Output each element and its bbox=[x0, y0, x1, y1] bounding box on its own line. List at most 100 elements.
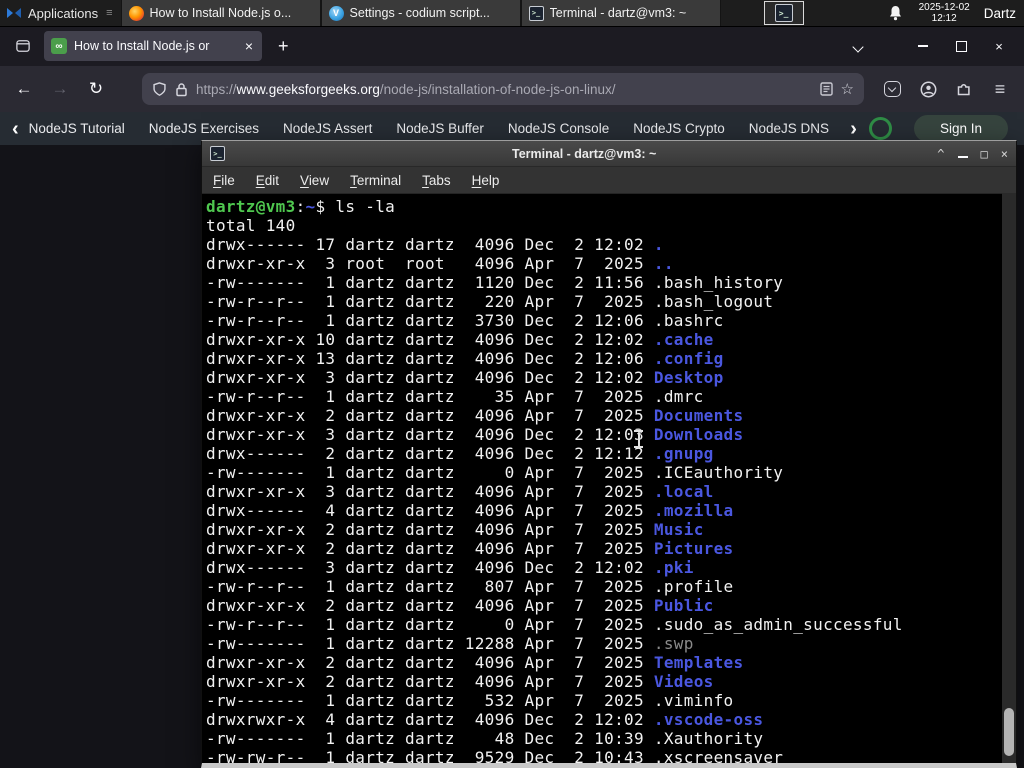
terminal-title: Terminal - dartz@vm3: ~ bbox=[512, 146, 657, 161]
browser-tab-bar: ∞ How to Install Node.js or × + × bbox=[0, 26, 1024, 66]
url-path: /node-js/installation-of-node-js-on-linu… bbox=[379, 81, 616, 97]
chevron-down-icon bbox=[852, 40, 864, 53]
tray-terminal-icon[interactable]: >_ bbox=[763, 1, 804, 25]
nav-link[interactable]: NodeJS Tutorial bbox=[29, 121, 125, 136]
terminal-line: -rw-r--r-- 1 dartz dartz 220 Apr 7 2025 … bbox=[206, 292, 774, 311]
nav-link[interactable]: NodeJS Assert bbox=[283, 121, 372, 136]
terminal-shade-button[interactable]: ^ bbox=[937, 147, 944, 161]
tracking-protection-shield-icon[interactable] bbox=[152, 81, 167, 97]
terminal-line: -rw-rw-r-- 1 dartz dartz 9529 Dec 2 10:4… bbox=[206, 748, 784, 763]
site-nav: NodeJS Tutorial NodeJS Exercises NodeJS As… bbox=[29, 121, 849, 136]
window-maximize-button[interactable] bbox=[946, 33, 976, 59]
maximize-icon bbox=[955, 40, 967, 52]
reader-view-icon[interactable] bbox=[819, 82, 833, 96]
terminal-icon: >_ bbox=[774, 4, 793, 22]
extensions-icon[interactable] bbox=[948, 74, 980, 104]
firefox-view-icon bbox=[16, 40, 30, 52]
terminal-window-controls: ^ □ × bbox=[937, 147, 1008, 161]
taskbar-window-terminal[interactable]: >_ Terminal - dartz@vm3: ~ bbox=[520, 0, 721, 26]
menu-terminal[interactable]: Terminal bbox=[350, 173, 401, 188]
terminal-line: -rw------- 1 dartz dartz 1120 Dec 2 11:5… bbox=[206, 273, 784, 292]
taskbar-window-label: Settings - codium script... bbox=[349, 6, 490, 20]
back-button[interactable]: ← bbox=[8, 74, 40, 104]
terminal-line: drwxr-xr-x 2 dartz dartz 4096 Apr 7 2025… bbox=[206, 596, 714, 615]
tab-overflow-button[interactable] bbox=[848, 38, 868, 55]
nav-scroll-left-icon[interactable]: ‹ bbox=[12, 119, 19, 139]
terminal-maximize-button[interactable]: □ bbox=[981, 147, 988, 161]
terminal-line: drwxr-xr-x 3 dartz dartz 4096 Dec 2 12:0… bbox=[206, 425, 744, 444]
browser-toolbar: ← → ↻ https://www.geeksforgeeks.org/node… bbox=[0, 66, 1024, 112]
pocket-icon[interactable] bbox=[876, 74, 908, 104]
scrollbar-thumb[interactable] bbox=[1004, 708, 1014, 756]
taskbar-window-label: Terminal - dartz@vm3: ~ bbox=[549, 6, 687, 20]
firefox-view-button[interactable] bbox=[10, 33, 36, 59]
terminal-line: drwxr-xr-x 2 dartz dartz 4096 Apr 7 2025… bbox=[206, 520, 704, 539]
nav-link[interactable]: NodeJS Buffer bbox=[396, 121, 484, 136]
tab-close-icon[interactable]: × bbox=[243, 38, 255, 54]
terminal-line: -rw-r--r-- 1 dartz dartz 35 Apr 7 2025 .… bbox=[206, 387, 704, 406]
terminal-line: drwx------ 17 dartz dartz 4096 Dec 2 12:… bbox=[206, 235, 664, 254]
taskbar-window-label: How to Install Node.js o... bbox=[149, 6, 292, 20]
window-close-button[interactable]: × bbox=[984, 33, 1014, 59]
reload-button[interactable]: ↻ bbox=[80, 74, 112, 104]
terminal-line: -rw------- 1 dartz dartz 532 Apr 7 2025 … bbox=[206, 691, 734, 710]
tab-title: How to Install Node.js or bbox=[74, 39, 210, 53]
menu-edit[interactable]: Edit bbox=[256, 173, 279, 188]
sign-in-button[interactable]: Sign In bbox=[913, 115, 1008, 142]
terminal-line: drwxr-xr-x 3 dartz dartz 4096 Apr 7 2025… bbox=[206, 482, 714, 501]
menu-help[interactable]: Help bbox=[472, 173, 500, 188]
terminal-line: -rw-r--r-- 1 dartz dartz 3730 Dec 2 12:0… bbox=[206, 311, 724, 330]
taskbar-window-vscodium[interactable]: V Settings - codium script... bbox=[320, 0, 521, 26]
clock-time: 12:12 bbox=[931, 13, 957, 24]
notification-bell[interactable] bbox=[888, 0, 903, 26]
applications-menu-label: Applications bbox=[28, 5, 99, 21]
account-icon[interactable] bbox=[912, 74, 944, 104]
search-icon[interactable] bbox=[868, 117, 892, 140]
terminal-line: drwxr-xr-x 13 dartz dartz 4096 Dec 2 12:… bbox=[206, 349, 724, 368]
url-bar[interactable]: https://www.geeksforgeeks.org/node-js/in… bbox=[142, 73, 864, 105]
minimize-icon bbox=[957, 155, 968, 158]
menu-view[interactable]: View bbox=[300, 173, 329, 188]
browser-tab[interactable]: ∞ How to Install Node.js or × bbox=[44, 31, 262, 61]
geeksforgeeks-favicon: ∞ bbox=[51, 38, 67, 54]
nav-link[interactable]: NodeJS Console bbox=[508, 121, 609, 136]
window-minimize-button[interactable] bbox=[908, 33, 938, 59]
vscodium-icon: V bbox=[328, 5, 344, 21]
bookmark-star-icon[interactable]: ☆ bbox=[841, 80, 854, 98]
nav-link[interactable]: NodeJS DNS bbox=[749, 121, 829, 136]
panel-clock[interactable]: 2025-12-02 12:12 bbox=[919, 0, 970, 26]
nav-link[interactable]: NodeJS Crypto bbox=[633, 121, 725, 136]
taskbar-window-firefox[interactable]: How to Install Node.js o... bbox=[120, 0, 321, 26]
terminal-line: drwxr-xr-x 2 dartz dartz 4096 Apr 7 2025… bbox=[206, 672, 714, 691]
new-tab-button[interactable]: + bbox=[272, 35, 295, 58]
applications-menu[interactable]: Applications ≡ bbox=[0, 0, 119, 26]
terminal-line: drwxr-xr-x 2 dartz dartz 4096 Apr 7 2025… bbox=[206, 653, 744, 672]
panel-user-label[interactable]: Dartz bbox=[984, 0, 1016, 26]
terminal-close-button[interactable]: × bbox=[1001, 147, 1008, 161]
terminal-titlebar[interactable]: >_ Terminal - dartz@vm3: ~ ^ □ × bbox=[202, 141, 1016, 167]
panel-spacer bbox=[721, 0, 764, 26]
nav-scroll-right-icon[interactable]: › bbox=[850, 119, 857, 139]
menu-tabs[interactable]: Tabs bbox=[422, 173, 451, 188]
menu-button[interactable]: ≡ bbox=[984, 74, 1016, 104]
terminal-line: drwx------ 3 dartz dartz 4096 Dec 2 12:0… bbox=[206, 558, 694, 577]
forward-button[interactable]: → bbox=[44, 74, 76, 104]
menu-file[interactable]: File bbox=[213, 173, 235, 188]
terminal-line: drwxr-xr-x 10 dartz dartz 4096 Dec 2 12:… bbox=[206, 330, 714, 349]
terminal-minimize-button[interactable] bbox=[957, 147, 968, 161]
terminal-menubar: File Edit View Terminal Tabs Help bbox=[202, 167, 1016, 194]
terminal-window: >_ Terminal - dartz@vm3: ~ ^ □ × File Edi… bbox=[201, 140, 1017, 768]
terminal-output[interactable]: dartz@vm3:~$ ls -la total 140 drwx------ 1… bbox=[202, 194, 1016, 763]
nav-link[interactable]: NodeJS Exercises bbox=[149, 121, 259, 136]
lock-icon[interactable] bbox=[175, 82, 188, 97]
terminal-line: drwx------ 2 dartz dartz 4096 Dec 2 12:1… bbox=[206, 444, 714, 463]
url-text[interactable]: https://www.geeksforgeeks.org/node-js/in… bbox=[196, 82, 812, 97]
terminal-line: drwxr-xr-x 3 dartz dartz 4096 Dec 2 12:0… bbox=[206, 368, 724, 387]
taskbar: How to Install Node.js o... V Settings -… bbox=[120, 0, 721, 26]
terminal-icon: >_ bbox=[210, 146, 225, 161]
notification-bell-icon bbox=[889, 6, 901, 21]
terminal-scrollbar[interactable] bbox=[1002, 193, 1016, 763]
applications-menu-icon bbox=[7, 8, 21, 18]
window-controls: × bbox=[908, 33, 1014, 59]
firefox-icon bbox=[128, 5, 144, 21]
